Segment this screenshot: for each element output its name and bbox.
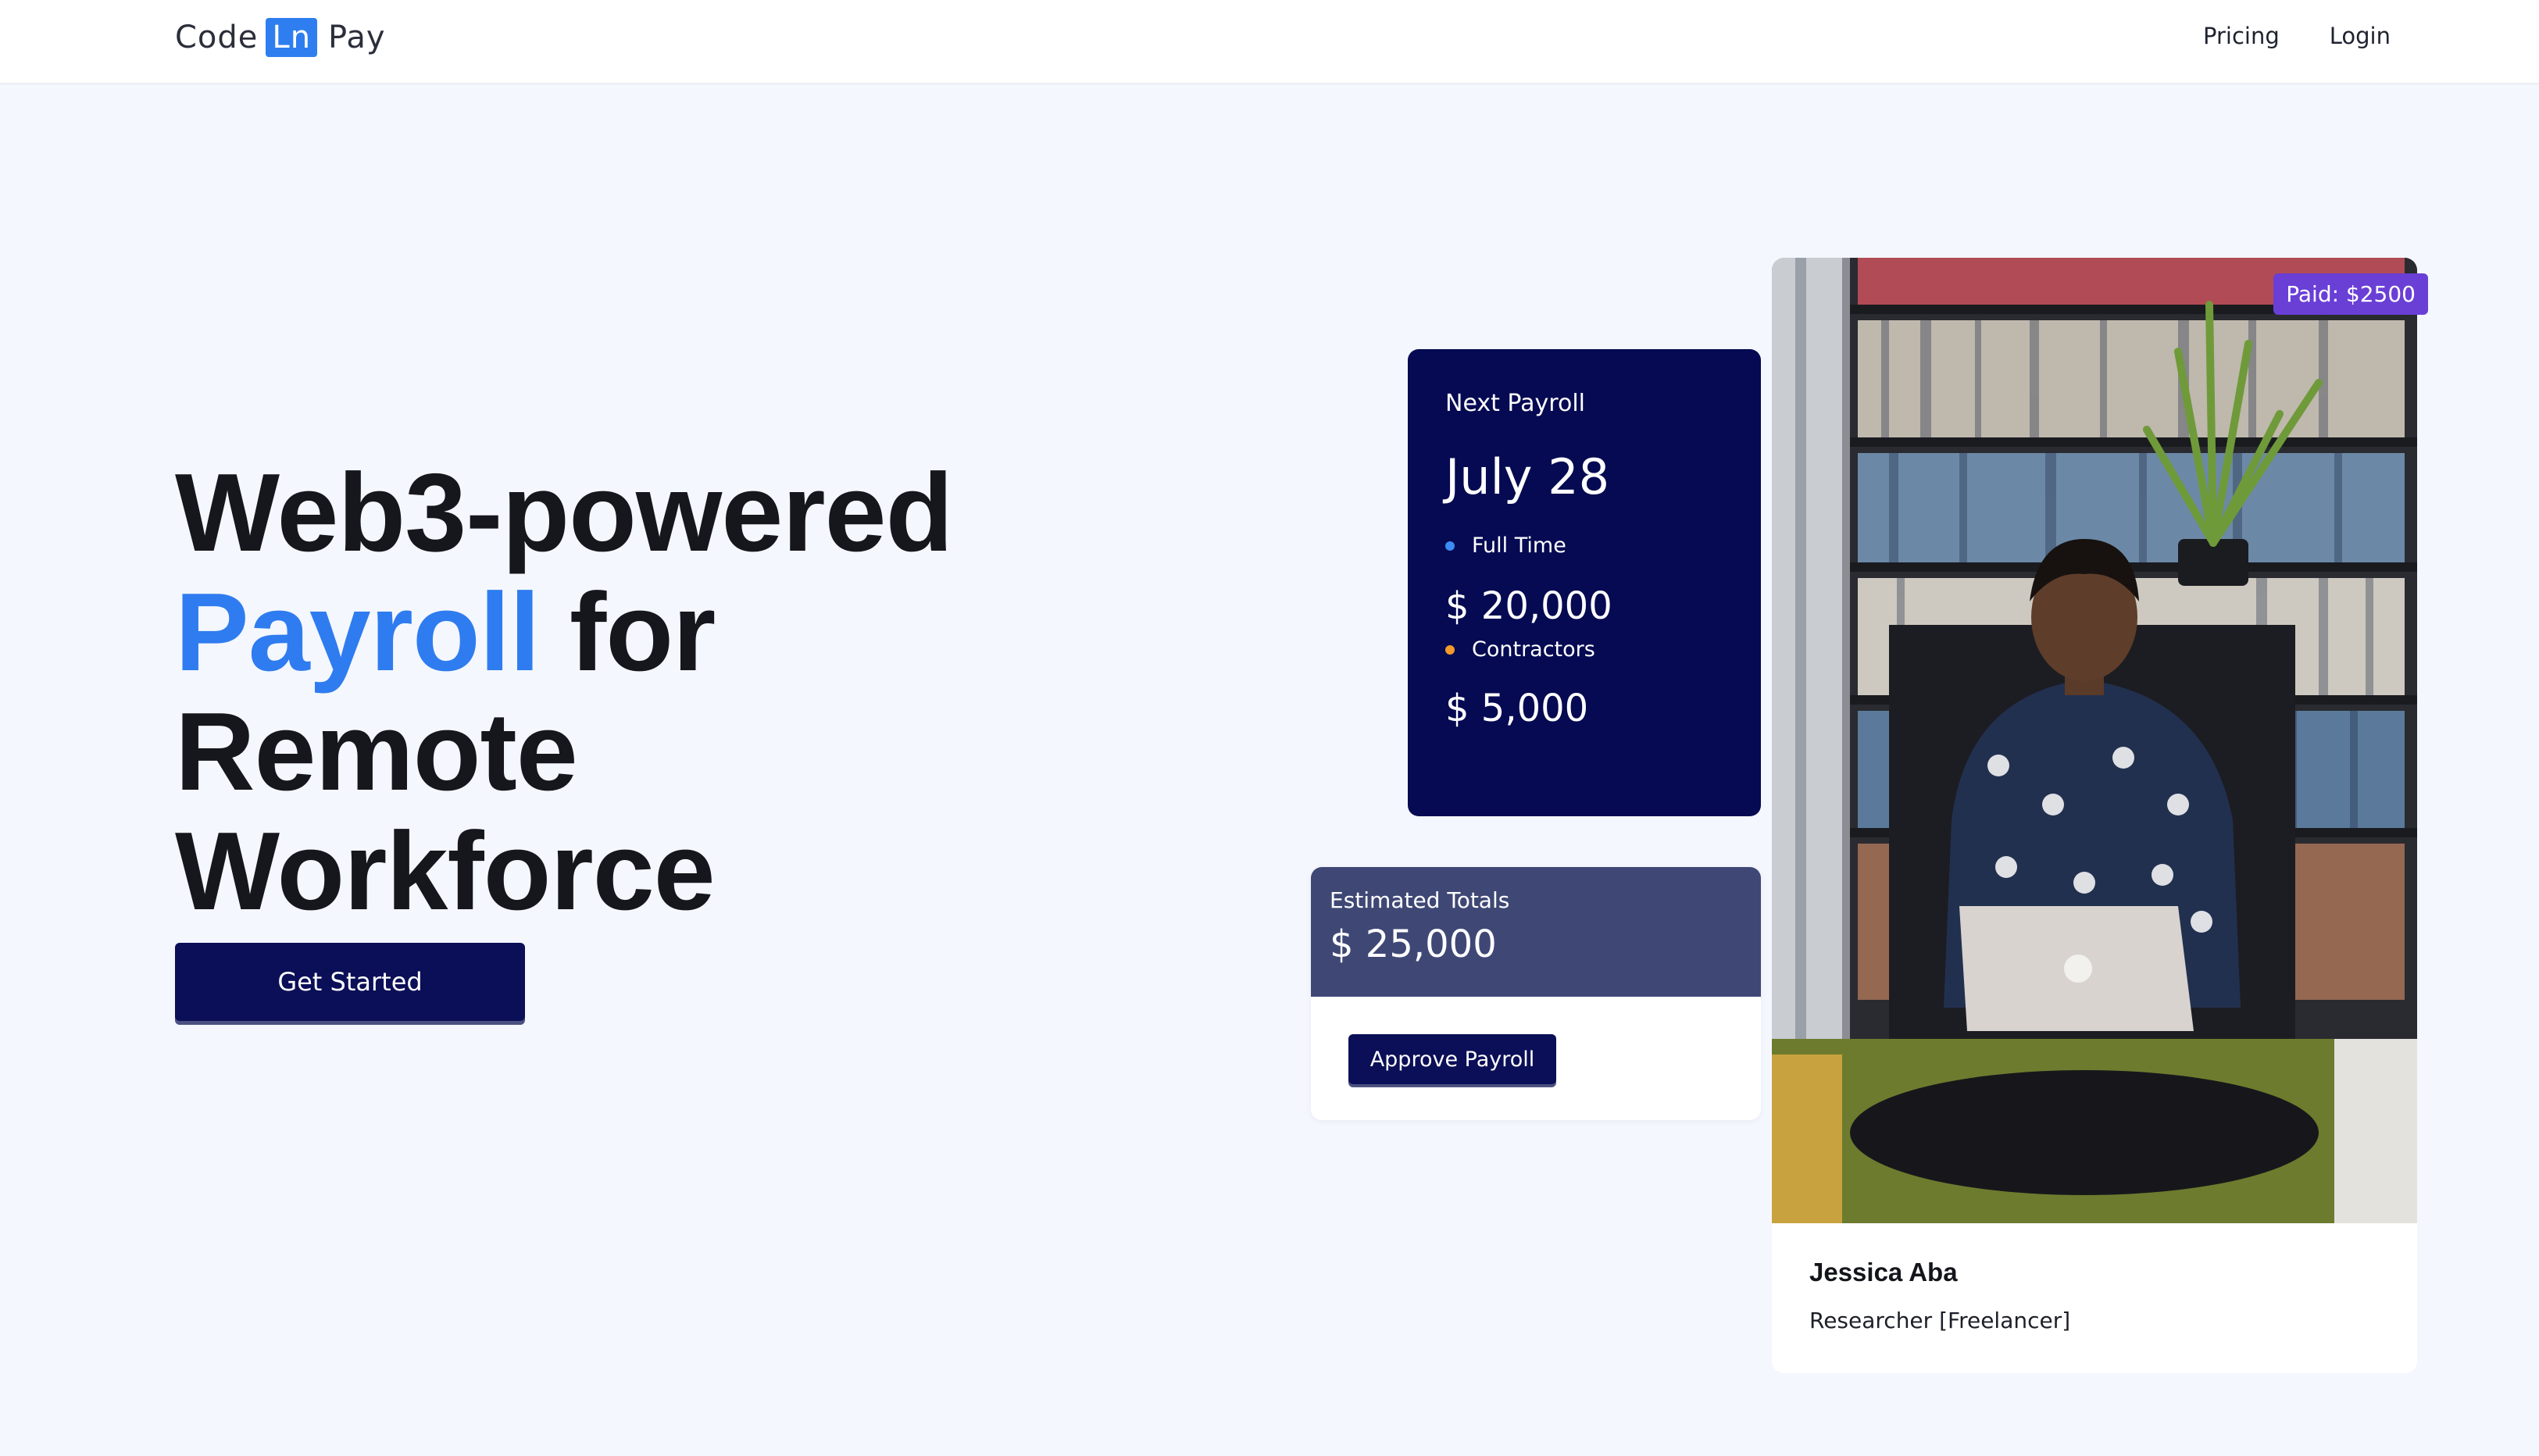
estimated-totals-label: Estimated Totals <box>1330 887 1510 913</box>
estimated-totals-header: Estimated Totals $ 25,000 <box>1311 867 1761 997</box>
contractors-label: Contractors <box>1472 637 1595 662</box>
logo-text-ln: Ln <box>266 18 318 57</box>
get-started-button[interactable]: Get Started <box>175 943 525 1021</box>
estimated-totals-card: Estimated Totals $ 25,000 Approve Payrol… <box>1311 867 1761 1120</box>
estimated-totals-amount: $ 25,000 <box>1330 922 1497 966</box>
full-time-dot-icon <box>1445 541 1455 551</box>
next-payroll-label: Next Payroll <box>1445 390 1586 417</box>
hero-line-1: Web3-powered <box>175 451 953 575</box>
hero-line-3: Remote <box>175 690 578 814</box>
employee-photo <box>1772 258 2417 1223</box>
hero-accent-word: Payroll <box>175 570 541 694</box>
logo-text-pay: Pay <box>328 20 386 55</box>
nav-links: Pricing Login <box>2203 20 2391 52</box>
full-time-amount: $ 20,000 <box>1445 584 1612 628</box>
nav-login-link[interactable]: Login <box>2330 23 2391 49</box>
contractors-dot-icon <box>1445 644 1455 655</box>
top-nav-bar: Code Ln Pay Pricing Login <box>0 0 2539 84</box>
full-time-label: Full Time <box>1472 534 1566 558</box>
logo[interactable]: Code Ln Pay <box>175 16 386 59</box>
contractors-amount: $ 5,000 <box>1445 687 1589 730</box>
full-time-category: Full Time <box>1445 534 1723 558</box>
employee-name: Jessica Aba <box>1809 1258 1958 1286</box>
hero-heading: Web3-powered Payroll for Remote Workforc… <box>175 453 1191 931</box>
approve-payroll-button[interactable]: Approve Payroll <box>1348 1034 1556 1084</box>
paid-badge: Paid: $2500 <box>2273 273 2428 315</box>
contractors-category: Contractors <box>1445 637 1723 662</box>
hero-line-4: Workforce <box>175 809 716 933</box>
next-payroll-card: Next Payroll July 28 Full Time $ 20,000 … <box>1408 349 1761 816</box>
nav-pricing-link[interactable]: Pricing <box>2203 23 2280 49</box>
employee-profile-card: Paid: $2500 Jessica Aba Researcher [Free… <box>1772 258 2428 1373</box>
payroll-date: July 28 <box>1445 448 1610 505</box>
employee-role: Researcher [Freelancer] <box>1809 1308 2071 1333</box>
hero-line-2-rest: for <box>539 570 716 694</box>
logo-text-code: Code <box>175 20 259 55</box>
